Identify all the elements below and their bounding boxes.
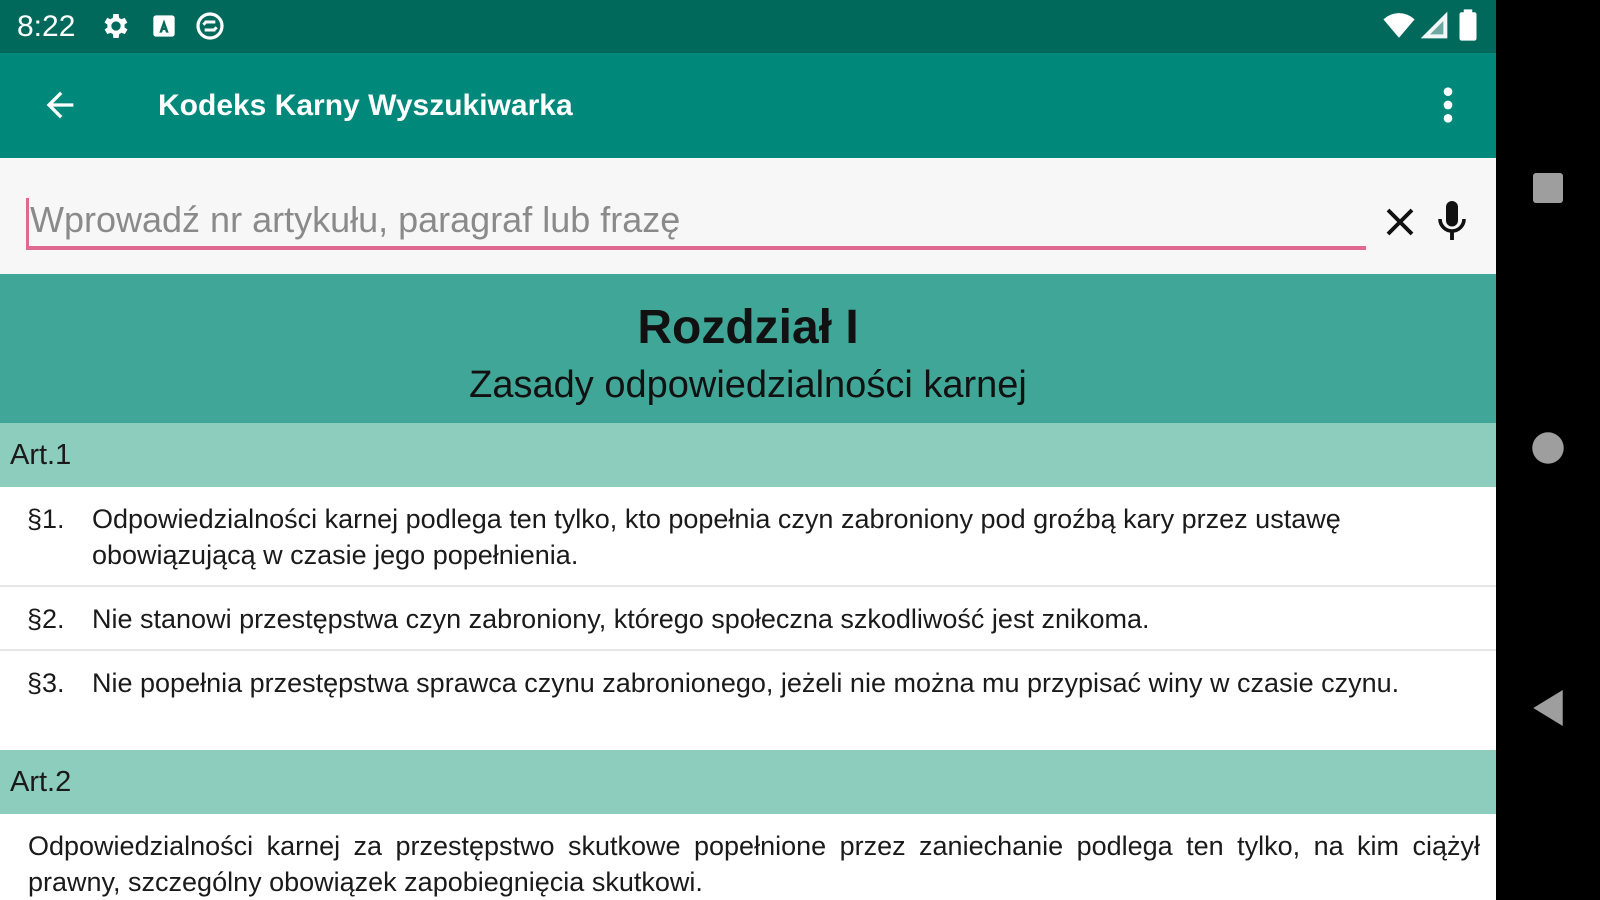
text-cursor [26,198,29,246]
paragraph-text: Nie popełnia przestępstwa sprawca czynu … [92,668,1400,698]
system-nav-bar [1496,0,1600,900]
chapter-header: Rozdział I Zasady odpowiedzialności karn… [0,274,1496,423]
back-nav-button[interactable] [1518,680,1578,740]
search-bar [0,158,1496,274]
article-paragraph[interactable]: §2. Nie stanowi przestępstwa czyn zabron… [0,587,1496,651]
wifi-icon [1382,8,1415,40]
settings-icon [100,10,132,42]
signal-icon [1418,8,1450,40]
status-time: 8:22 [17,10,76,43]
back-triangle-icon [1530,688,1566,733]
article-header-art-2[interactable]: Art.2 [0,750,1496,814]
app-title: Kodeks Karny Wyszukiwarka [158,89,573,122]
article-paragraph[interactable]: Odpowiedzialności karnej za przestępstwo… [0,814,1496,900]
paragraph-number: §2. [27,604,65,634]
article-paragraph[interactable]: §1. Odpowiedzialności karnej podlega ten… [0,487,1496,587]
chapter-title: Rozdział I [637,301,859,354]
paragraph-number: §1. [27,504,65,534]
close-icon [1382,204,1418,245]
recents-button[interactable] [1518,160,1578,220]
article-paragraph[interactable]: §3. Nie popełnia przestępstwa sprawca cz… [0,651,1496,751]
status-bar: 8:22 [0,0,1496,53]
app-bar: Kodeks Karny Wyszukiwarka [0,53,1496,158]
paragraph-text: Odpowiedzialności karnej podlega ten tyl… [92,504,1341,570]
voice-search-button[interactable] [1430,198,1474,250]
paragraph-text: Odpowiedzialności karnej za przestępstwo… [28,831,1480,897]
article-header-art-1[interactable]: Art.1 [0,423,1496,487]
paragraph-text: Nie stanowi przestępstwa czyn zabroniony… [92,604,1150,634]
battery-icon [1456,8,1488,41]
a-notification-icon [148,10,180,42]
home-button[interactable] [1518,420,1578,480]
app-screen: 8:22 Kodeks Karny Wyszukiwarka Wprowadź … [0,0,1496,900]
clear-search-button[interactable] [1378,202,1422,246]
search-input[interactable] [26,194,1366,250]
recents-square-icon [1530,170,1566,211]
home-circle-icon [1530,430,1566,471]
overflow-menu-button[interactable] [1420,77,1476,137]
chapter-subtitle: Zasady odpowiedzialności karnej [469,364,1027,406]
arrow-left-icon [40,85,80,130]
mic-icon [1434,199,1470,250]
more-vert-icon [1442,85,1454,130]
paragraph-number: §3. [27,668,65,698]
sync-icon [194,10,226,42]
back-button[interactable] [30,77,90,137]
